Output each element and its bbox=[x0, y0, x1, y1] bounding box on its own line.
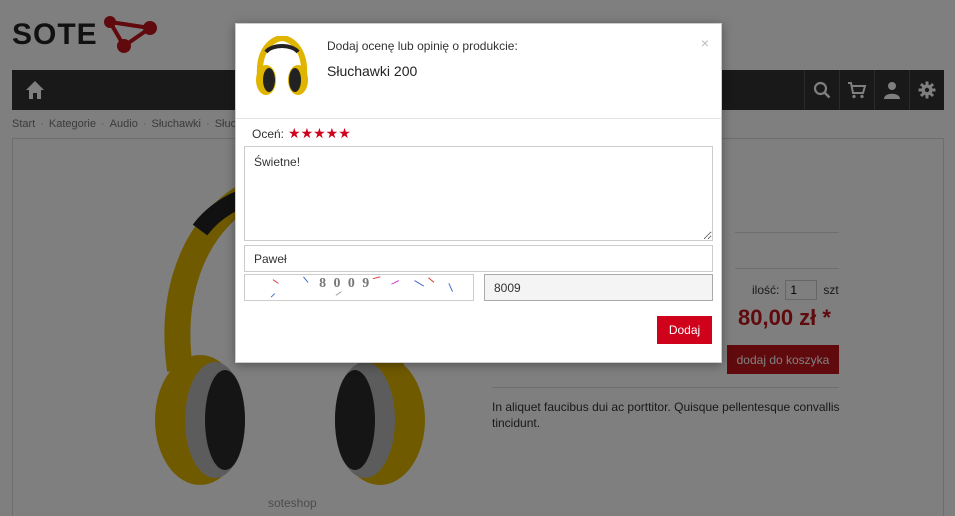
modal-subtitle: Dodaj ocenę lub opinię o produkcie: bbox=[327, 39, 518, 53]
rating-row: Oceń: ★★★★★ bbox=[252, 125, 351, 142]
product-thumbnail bbox=[256, 36, 308, 95]
modal-product-name: Słuchawki 200 bbox=[327, 63, 418, 79]
star-rating[interactable]: ★★★★★ bbox=[288, 125, 351, 142]
captcha-image: 8009 bbox=[244, 274, 474, 301]
rating-label: Oceń: bbox=[252, 126, 285, 141]
captcha-input[interactable] bbox=[484, 274, 713, 301]
review-modal: Dodaj ocenę lub opinię o produkcie: Słuc… bbox=[235, 23, 722, 363]
submit-review-button[interactable]: Dodaj bbox=[657, 316, 712, 344]
review-textarea[interactable]: Świetne! bbox=[244, 146, 713, 241]
modal-header: Dodaj ocenę lub opinię o produkcie: Słuc… bbox=[236, 24, 721, 119]
close-icon[interactable]: × bbox=[701, 35, 709, 51]
captcha-text: 8009 bbox=[319, 276, 376, 291]
author-name-input[interactable] bbox=[244, 245, 713, 272]
